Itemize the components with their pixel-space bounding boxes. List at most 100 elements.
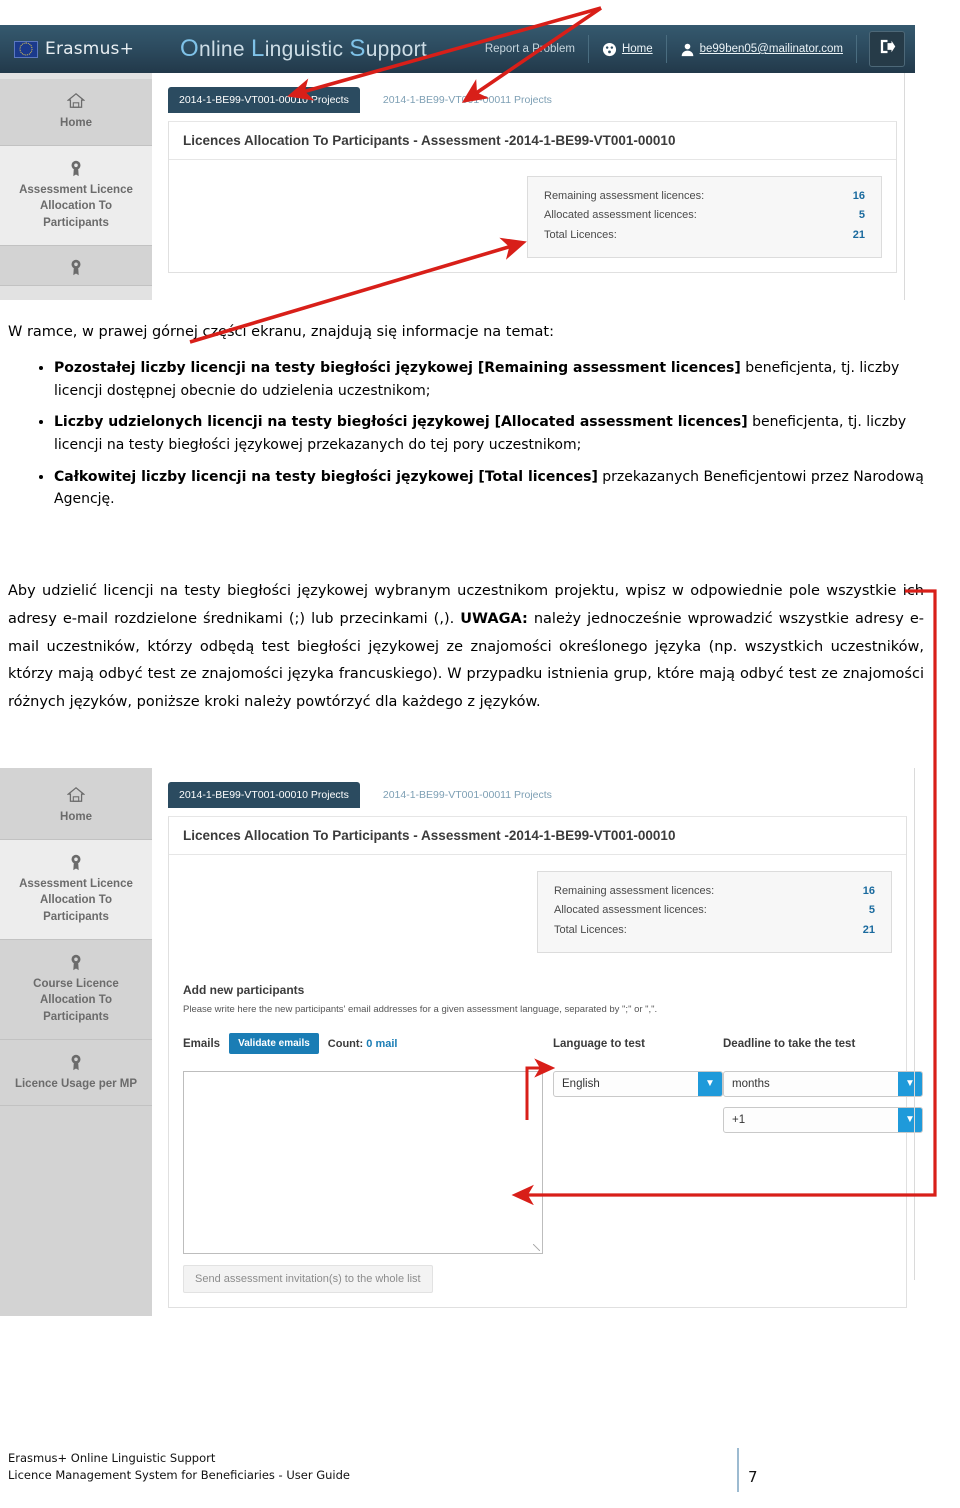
page-number-rule — [737, 1448, 739, 1492]
tab-project-00010[interactable]: 2014-1-BE99-VT001-00010 Projects — [168, 87, 360, 113]
header-home-link[interactable]: Home — [589, 35, 667, 63]
sidebar-item-label: Course Licence Allocation To Participant… — [33, 977, 119, 1024]
bullet-bold-text: Pozostałej liczby licencji na testy bieg… — [54, 360, 741, 377]
licence-row: Total Licences: 21 — [554, 921, 875, 940]
bullet-bold-text: Całkowitej liczby licencji na testy bieg… — [54, 468, 598, 485]
header-actions: Report a Problem Home be99ben05@mailinat… — [472, 25, 915, 73]
page-title: Licences Allocation To Participants - As… — [169, 122, 896, 160]
badge-icon — [67, 1053, 85, 1071]
sidebar: Home Assessment Licence Allocation To Pa… — [0, 73, 152, 300]
licence-label: Allocated assessment licences: — [544, 209, 697, 222]
bottom-app-screenshot: Home Assessment Licence Allocation To Pa… — [0, 768, 925, 1317]
list-item: Całkowitej liczby licencji na testy bieg… — [54, 466, 930, 511]
paragraph-warning-label: UWAGA: — [460, 610, 528, 627]
sidebar-filler — [0, 1106, 152, 1317]
sidebar-item-label: Assessment Licence Allocation To Partici… — [19, 183, 133, 230]
project-tabs: 2014-1-BE99-VT001-00010 Projects 2014-1-… — [168, 782, 907, 808]
header-home-label[interactable]: Home — [622, 43, 653, 55]
app-body-bottom: Home Assessment Licence Allocation To Pa… — [0, 768, 925, 1317]
licence-value: 5 — [858, 209, 865, 222]
logout-button[interactable] — [869, 31, 905, 67]
licences-panel: Licences Allocation To Participants - As… — [168, 121, 897, 273]
licence-label: Total Licences: — [544, 228, 617, 241]
emails-textarea[interactable] — [183, 1070, 543, 1254]
project-tabs: 2014-1-BE99-VT001-00010 Projects 2014-1-… — [168, 87, 897, 113]
list-item: Liczby udzielonych licencji na testy bie… — [54, 411, 930, 456]
licence-row: Remaining assessment licences: 16 — [544, 187, 865, 206]
chevron-down-icon: ▼ — [898, 1071, 922, 1096]
panel-body: Remaining assessment licences: 16 Alloca… — [169, 855, 923, 1307]
main-content: 2014-1-BE99-VT001-00010 Projects 2014-1-… — [152, 73, 915, 300]
deadline-label: Deadline to take the test — [723, 1037, 856, 1050]
footer-line-2: Licence Management System for Beneficiar… — [8, 1467, 350, 1482]
sidebar-item-label: Assessment Licence Allocation To Partici… — [19, 877, 133, 924]
logout-icon — [878, 37, 897, 61]
licence-row: Allocated assessment licences: 5 — [544, 206, 865, 225]
deadline-amount-value: +1 — [732, 1113, 746, 1126]
tab-project-00011[interactable]: 2014-1-BE99-VT001-00011 Projects — [372, 87, 563, 113]
add-participants-title: Add new participants — [183, 982, 305, 997]
licence-label: Allocated assessment licences: — [554, 904, 707, 917]
send-invitations-button[interactable]: Send assessment invitation(s) to the who… — [183, 1264, 433, 1293]
bullet-list: Pozostałej liczby licencji na testy bieg… — [8, 357, 930, 511]
language-selected-value: English — [562, 1077, 600, 1090]
footer-line-1: Erasmus+ Online Linguistic Support — [8, 1450, 216, 1465]
header-user-email[interactable]: be99ben05@mailinator.com — [700, 43, 843, 55]
top-app-screenshot: Erasmus+ Online Linguistic Support Repor… — [0, 25, 915, 300]
deadline-amount-select[interactable]: +1 ▼ — [723, 1106, 923, 1133]
licences-summary-box: Remaining assessment licences: 16 Alloca… — [527, 176, 882, 258]
tab-project-00011[interactable]: 2014-1-BE99-VT001-00011 Projects — [372, 782, 563, 808]
sidebar-item-assessment-licence[interactable]: Assessment Licence Allocation To Partici… — [0, 839, 152, 940]
brand-erasmus-label: Erasmus+ — [45, 39, 135, 59]
count-prefix: Count: — [327, 1037, 367, 1050]
intro-paragraph: W ramce, w prawej górnej części ekranu, … — [8, 324, 554, 340]
licence-value: 21 — [852, 228, 865, 241]
licence-value: 5 — [868, 904, 875, 917]
sidebar-item-label: Home — [60, 117, 92, 129]
home-icon — [66, 786, 86, 804]
language-column: Language to test English ▼ — [543, 1033, 723, 1293]
language-label: Language to test — [553, 1037, 646, 1050]
app-body: Home Assessment Licence Allocation To Pa… — [0, 73, 915, 300]
licence-label: Remaining assessment licences: — [544, 190, 705, 202]
count-value: 0 mail — [366, 1037, 398, 1050]
tab-project-00010[interactable]: 2014-1-BE99-VT001-00010 Projects — [168, 782, 360, 808]
sidebar-item-home[interactable]: Home — [0, 79, 152, 146]
brand-ols-title: Online Linguistic Support — [180, 35, 428, 62]
add-participants-description: Please write here the new participants' … — [183, 1003, 658, 1015]
sidebar-item-licence-usage[interactable]: Licence Usage per MP — [0, 1039, 152, 1107]
chevron-down-icon: ▼ — [698, 1071, 722, 1096]
participants-form: Emails Validate emails Count: 0 mail Sen… — [183, 1033, 923, 1293]
chevron-down-icon: ▼ — [898, 1107, 922, 1132]
deadline-column: Deadline to take the test months ▼ +1 ▼ — [723, 1033, 923, 1293]
sidebar-item-course-licence[interactable]: Course Licence Allocation To Participant… — [0, 939, 152, 1040]
page-title: Licences Allocation To Participants - As… — [169, 817, 906, 855]
footer: Erasmus+ Online Linguistic Support Licen… — [8, 1450, 350, 1485]
user-icon — [680, 42, 695, 57]
sidebar-item-assessment-licence[interactable]: Assessment Licence Allocation To Partici… — [0, 145, 152, 246]
list-item: Pozostałej liczby licencji na testy bieg… — [54, 357, 930, 402]
language-select[interactable]: English ▼ — [553, 1070, 723, 1097]
bullet-bold-text: Liczby udzielonych licencji na testy bie… — [54, 414, 748, 431]
licences-summary-box: Remaining assessment licences: 16 Alloca… — [537, 871, 892, 953]
badge-icon — [67, 853, 85, 871]
report-a-problem-link[interactable]: Report a Problem — [472, 35, 589, 63]
sidebar-item-course-licence[interactable] — [0, 245, 152, 286]
header-user-account[interactable]: be99ben05@mailinator.com — [667, 35, 857, 63]
validate-emails-button[interactable]: Validate emails — [229, 1033, 319, 1055]
deadline-unit-select[interactable]: months ▼ — [723, 1070, 923, 1097]
document-text-block: W ramce, w prawej górnej części ekranu, … — [8, 322, 930, 520]
dashboard-icon — [602, 42, 617, 57]
licence-row: Total Licences: 21 — [544, 226, 865, 245]
report-problem-label: Report a Problem — [484, 43, 575, 55]
home-icon — [66, 92, 86, 110]
emails-header: Emails Validate emails Count: 0 mail — [183, 1033, 543, 1055]
eu-flag-icon — [14, 40, 38, 58]
badge-icon — [67, 953, 85, 971]
sidebar-item-home[interactable]: Home — [0, 768, 152, 840]
licence-label: Total Licences: — [554, 923, 627, 936]
instructions-paragraph: Aby udzielić licencji na testy biegłości… — [8, 578, 924, 717]
licence-value: 16 — [852, 190, 865, 202]
email-count: Count: 0 mail — [328, 1038, 398, 1050]
licences-panel: Licences Allocation To Participants - As… — [168, 816, 923, 1308]
